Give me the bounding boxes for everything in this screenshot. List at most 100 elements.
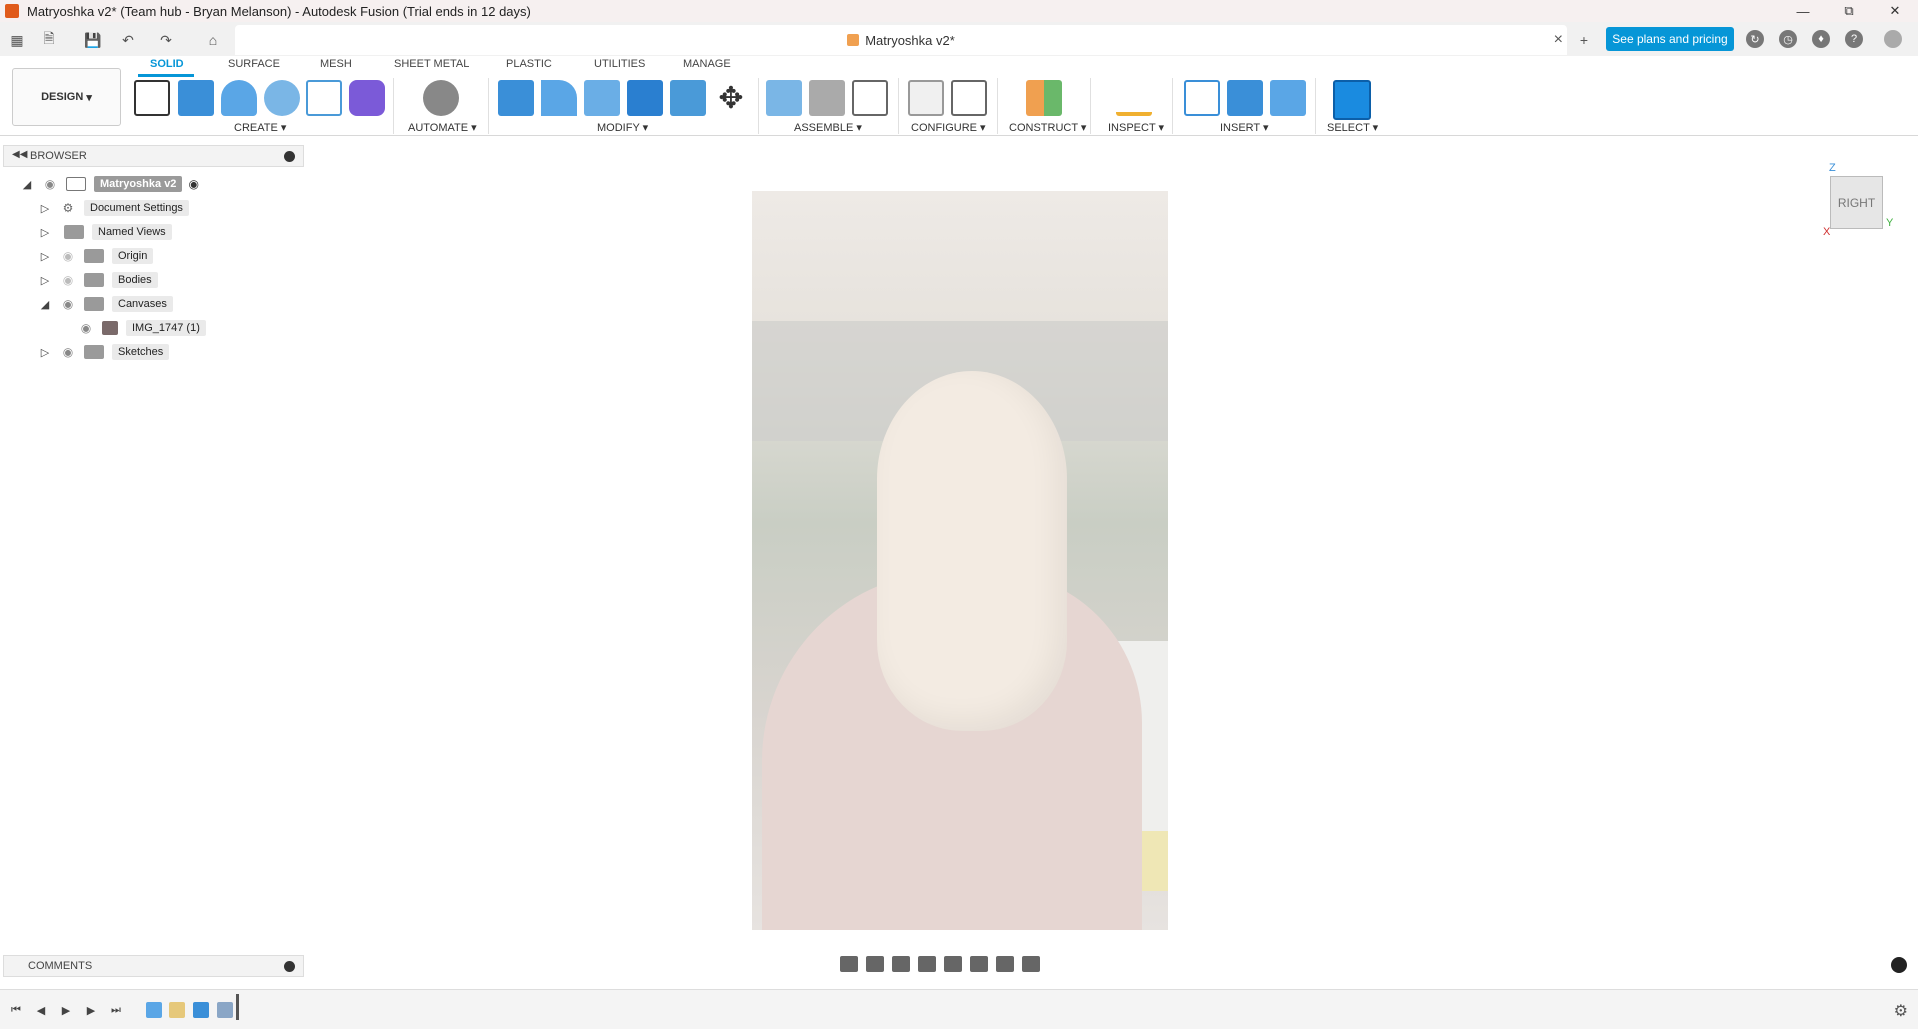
insert-mcmaster-icon[interactable] — [1227, 80, 1263, 116]
group-select[interactable]: SELECT ▾ — [1327, 121, 1378, 134]
group-construct[interactable]: CONSTRUCT ▾ — [1009, 121, 1086, 134]
tree-item-canvas-image[interactable]: ◉ IMG_1747 (1) — [70, 318, 206, 338]
tree-item-document-settings[interactable]: ▷ ⚙ Document Settings — [38, 198, 189, 218]
visibility-eye-icon[interactable]: ◉ — [60, 345, 76, 359]
revolve-icon[interactable] — [221, 80, 257, 116]
expand-triangle-icon[interactable]: ▷ — [38, 274, 52, 287]
user-avatar[interactable] — [1884, 30, 1902, 48]
go-to-start-icon[interactable]: ⏮ — [8, 1002, 24, 1018]
timeline-settings-icon[interactable]: ⚙ — [1894, 1001, 1908, 1021]
tab-plastic[interactable]: PLASTIC — [506, 58, 552, 70]
look-at-icon[interactable] — [866, 956, 884, 972]
redo-icon[interactable]: ↷ — [155, 29, 177, 51]
shell-icon[interactable] — [584, 80, 620, 116]
viewcube[interactable]: RIGHT — [1830, 176, 1883, 229]
create-sketch-icon[interactable] — [134, 80, 170, 116]
visibility-eye-icon[interactable]: ◉ — [42, 177, 58, 191]
pan-icon[interactable] — [892, 956, 910, 972]
group-configure[interactable]: CONFIGURE ▾ — [911, 121, 986, 134]
combine-icon[interactable] — [627, 80, 663, 116]
expand-triangle-icon[interactable]: ▷ — [38, 226, 52, 239]
expand-triangle-icon[interactable]: ▷ — [38, 250, 52, 263]
insert-derive-icon[interactable] — [1184, 80, 1220, 116]
chat-icon[interactable] — [1891, 957, 1907, 973]
group-create[interactable]: CREATE ▾ — [234, 121, 286, 134]
collapse-triangle-icon[interactable]: ◢ — [38, 298, 52, 311]
bom-icon[interactable] — [852, 80, 888, 116]
timeline-marker[interactable] — [236, 994, 239, 1020]
visibility-eye-hidden-icon[interactable]: ◉ — [60, 273, 76, 287]
new-tab-icon[interactable]: + — [1573, 29, 1595, 51]
tree-item-sketches[interactable]: ▷ ◉ Sketches — [38, 342, 170, 362]
extrude-icon[interactable] — [178, 80, 214, 116]
group-automate[interactable]: AUTOMATE ▾ — [408, 121, 477, 134]
restore-button[interactable]: ⧉ — [1826, 0, 1872, 22]
automate-icon[interactable] — [423, 80, 459, 116]
add-comment-icon[interactable] — [284, 961, 295, 972]
timeline-feature-canvas[interactable] — [146, 1002, 162, 1018]
tree-item-canvases[interactable]: ◢ ◉ Canvases — [38, 294, 173, 314]
workspace-switcher[interactable]: DESIGN ▾ — [12, 68, 121, 126]
visibility-eye-hidden-icon[interactable]: ◉ — [60, 249, 76, 263]
tab-solid[interactable]: SOLID — [150, 58, 184, 70]
canvas-image[interactable] — [752, 191, 1168, 930]
save-icon[interactable]: 💾 — [82, 29, 104, 51]
apps-grid-icon[interactable]: ▦ — [6, 29, 28, 51]
orbit-icon[interactable] — [840, 956, 858, 972]
measure-icon[interactable] — [1116, 80, 1152, 116]
tree-item-bodies[interactable]: ▷ ◉ Bodies — [38, 270, 158, 290]
home-icon[interactable]: ⌂ — [202, 29, 224, 51]
close-window-button[interactable]: ✕ — [1872, 0, 1918, 22]
fit-icon[interactable] — [944, 956, 962, 972]
group-inspect[interactable]: INSPECT ▾ — [1108, 121, 1164, 134]
expand-triangle-icon[interactable]: ▷ — [38, 346, 52, 359]
collapse-browser-icon[interactable]: ◀◀ — [12, 149, 27, 160]
move-copy-icon[interactable]: ✥ — [713, 80, 749, 116]
visibility-eye-icon[interactable]: ◉ — [60, 297, 76, 311]
expand-triangle-icon[interactable]: ▷ — [38, 202, 52, 215]
timeline-feature-revolve[interactable] — [193, 1002, 209, 1018]
canvas-image-icon[interactable] — [1270, 80, 1306, 116]
tree-root[interactable]: ◢ ◉ Matryoshka v2 ◉ — [20, 174, 199, 194]
fillet-icon[interactable] — [541, 80, 577, 116]
browser-header[interactable]: ◀◀ BROWSER — [3, 145, 304, 167]
tab-manage[interactable]: MANAGE — [683, 58, 731, 70]
viewports-icon[interactable] — [1022, 956, 1040, 972]
comments-panel[interactable]: COMMENTS — [3, 955, 304, 977]
see-plans-button[interactable]: See plans and pricing — [1606, 27, 1734, 51]
browser-pin-icon[interactable] — [284, 151, 295, 162]
timeline-feature-sketch[interactable] — [169, 1002, 185, 1018]
hole-icon[interactable] — [264, 80, 300, 116]
help-icon[interactable]: ? — [1845, 30, 1863, 48]
offset-plane-icon[interactable] — [1026, 80, 1062, 116]
step-forward-icon[interactable]: ▶ — [83, 1002, 99, 1018]
tab-mesh[interactable]: MESH — [320, 58, 352, 70]
configure-icon[interactable] — [908, 80, 944, 116]
display-settings-icon[interactable] — [970, 956, 988, 972]
step-back-icon[interactable]: ◀ — [33, 1002, 49, 1018]
job-status-icon[interactable]: ◷ — [1779, 30, 1797, 48]
expand-triangle-icon[interactable]: ◢ — [20, 178, 34, 191]
group-modify[interactable]: MODIFY ▾ — [597, 121, 648, 134]
visibility-eye-icon[interactable]: ◉ — [78, 321, 94, 335]
new-component-icon[interactable] — [766, 80, 802, 116]
close-tab-icon[interactable]: × — [1554, 31, 1563, 49]
zoom-icon[interactable] — [918, 956, 936, 972]
pattern-icon[interactable] — [306, 80, 342, 116]
tree-item-origin[interactable]: ▷ ◉ Origin — [38, 246, 154, 266]
form-icon[interactable] — [349, 80, 385, 116]
tree-item-named-views[interactable]: ▷ Named Views — [38, 222, 172, 242]
split-body-icon[interactable] — [670, 80, 706, 116]
grid-settings-icon[interactable] — [996, 956, 1014, 972]
press-pull-icon[interactable] — [498, 80, 534, 116]
minimize-button[interactable]: — — [1780, 0, 1826, 22]
timeline-feature-body[interactable] — [217, 1002, 233, 1018]
tab-utilities[interactable]: UTILITIES — [594, 58, 645, 70]
configuration-table-icon[interactable] — [951, 80, 987, 116]
group-insert[interactable]: INSERT ▾ — [1220, 121, 1269, 134]
joint-icon[interactable] — [809, 80, 845, 116]
tab-document[interactable]: Matryoshka v2* × — [235, 25, 1567, 55]
notifications-icon[interactable]: ♦ — [1812, 30, 1830, 48]
sync-icon[interactable]: ↻ — [1746, 30, 1764, 48]
file-menu-icon[interactable]: 🗎 — [38, 29, 60, 51]
